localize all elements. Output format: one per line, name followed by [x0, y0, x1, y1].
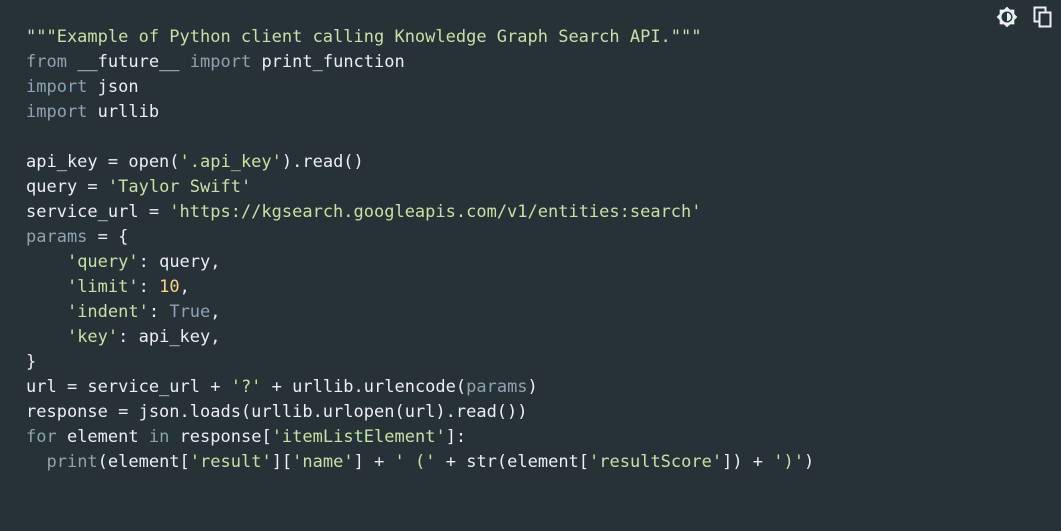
code-token-keyword: params: [466, 377, 528, 397]
code-line: 'key': api_key,: [26, 325, 1035, 350]
code-token-plain: response[: [169, 427, 272, 447]
code-token-plain: ): [527, 377, 538, 397]
code-token-string: 'key': [66, 327, 119, 347]
code-token-string: 'resultScore': [589, 452, 723, 472]
code-line: params = {: [26, 225, 1035, 250]
code-token-plain: ,: [179, 277, 190, 297]
code-token-plain: }: [26, 352, 37, 372]
code-token-plain: __future__: [66, 52, 190, 72]
code-token-plain: ,: [210, 302, 221, 322]
code-token-plain: ]) +: [722, 452, 774, 472]
code-line: 'indent': True,: [26, 300, 1035, 325]
code-token-plain: + str(element[: [435, 452, 590, 472]
code-token-plain: api_key = open(: [26, 152, 180, 172]
code-token-string: 'Taylor Swift': [107, 177, 252, 197]
code-token-plain: service_url =: [26, 202, 170, 222]
code-token-plain: query =: [26, 177, 108, 197]
code-token-plain: ] +: [353, 452, 395, 472]
code-line: for element in response['itemListElement…: [26, 425, 1035, 450]
code-token-plain: element: [56, 427, 149, 447]
code-line: response = json.loads(urllib.urlopen(url…: [26, 400, 1035, 425]
code-token-keyword: in: [148, 427, 170, 447]
code-token-plain: :: [138, 277, 160, 297]
code-token-keyword: from: [26, 52, 67, 72]
code-line: api_key = open('.api_key').read(): [26, 150, 1035, 175]
code-line: import urllib: [26, 100, 1035, 125]
code-token-plain: ).read(): [281, 152, 364, 172]
copy-icon: [1033, 6, 1052, 28]
brightness-icon: [996, 6, 1018, 28]
code-token-plain: response = json.loads(urllib.urlopen(url…: [26, 402, 528, 422]
code-token-plain: ][: [271, 452, 293, 472]
code-line: url = service_url + '?' + urllib.urlenco…: [26, 375, 1035, 400]
copy-button[interactable]: [1031, 5, 1055, 29]
code-token-keyword: import: [26, 102, 88, 122]
code-token-plain: url = service_url +: [26, 377, 231, 397]
code-token-keyword: params: [26, 227, 88, 247]
code-token-keyword: True: [169, 302, 211, 322]
code-token-plain: json: [87, 77, 139, 97]
code-line: import json: [26, 75, 1035, 100]
code-content[interactable]: """Example of Python client calling Know…: [26, 25, 1035, 475]
code-token-string: ' (': [394, 452, 436, 472]
code-token-plain: ): [804, 452, 815, 472]
code-token-string: """Example of Python client calling Know…: [26, 27, 702, 47]
code-line: print(element['result']['name'] + ' (' +…: [26, 450, 1035, 475]
code-token-plain: (element[: [97, 452, 190, 472]
code-line: query = 'Taylor Swift': [26, 175, 1035, 200]
code-token-string: ')': [773, 452, 804, 472]
code-token-keyword: print: [46, 452, 98, 472]
code-token-plain: urllib: [87, 102, 160, 122]
code-token-plain: + urllib.urlencode(: [261, 377, 467, 397]
code-token-string: 'limit': [66, 277, 139, 297]
code-token-string: 'result': [189, 452, 272, 472]
code-token-keyword: for: [26, 427, 57, 447]
code-token-string: 'itemListElement': [271, 427, 446, 447]
code-token-number: 10: [159, 277, 180, 297]
code-token-string: 'indent': [66, 302, 149, 322]
code-token-plain: :: [148, 302, 170, 322]
code-line: 'limit': 10,: [26, 275, 1035, 300]
code-token-keyword: import: [189, 52, 252, 72]
code-token-plain: : query,: [138, 252, 221, 272]
code-token-string: 'name': [292, 452, 354, 472]
code-line: ​: [26, 125, 1035, 150]
code-token-string: '.api_key': [179, 152, 282, 172]
code-token-string: 'query': [66, 252, 139, 272]
theme-toggle-button[interactable]: [995, 5, 1019, 29]
code-line: service_url = 'https://kgsearch.googleap…: [26, 200, 1035, 225]
code-toolbar: [995, 5, 1055, 29]
code-token-keyword: import: [26, 77, 88, 97]
code-line: 'query': query,: [26, 250, 1035, 275]
code-block: """Example of Python client calling Know…: [0, 0, 1061, 531]
code-line: }: [26, 350, 1035, 375]
code-token-string: 'https://kgsearch.googleapis.com/v1/enti…: [169, 202, 702, 222]
code-token-plain: ]:: [445, 427, 467, 447]
code-line: """Example of Python client calling Know…: [26, 25, 1035, 50]
code-token-plain: print_function: [251, 52, 405, 72]
code-token-plain: : api_key,: [118, 327, 221, 347]
code-line: from __future__ import print_function: [26, 50, 1035, 75]
code-token-plain: = {: [87, 227, 129, 247]
code-token-string: '?': [230, 377, 262, 397]
